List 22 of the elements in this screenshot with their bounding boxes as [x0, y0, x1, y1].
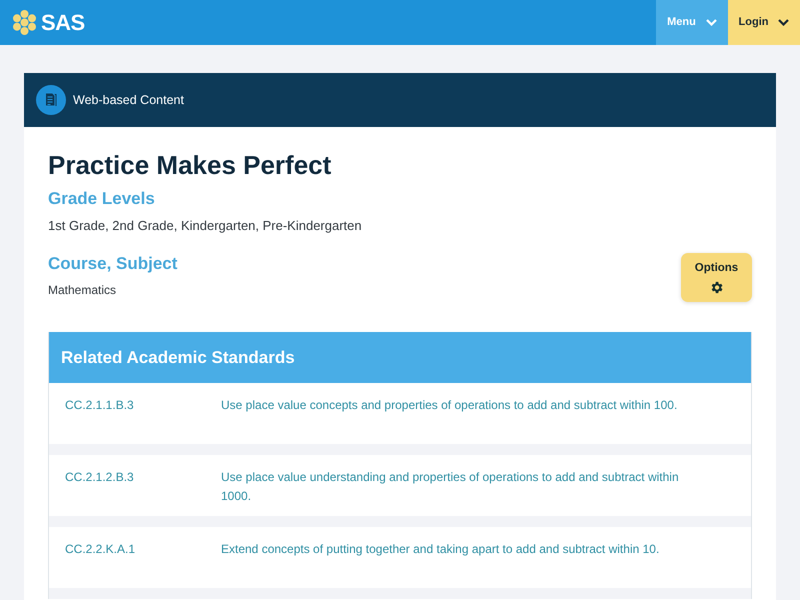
options-button[interactable]: Options: [681, 253, 752, 302]
standard-code[interactable]: CC.2.2.K.A.1: [49, 540, 221, 578]
standard-code[interactable]: CC.2.1.1.B.3: [49, 396, 221, 434]
content-type-label: Web-based Content: [73, 92, 184, 109]
logo-text[interactable]: SAS: [41, 12, 85, 34]
gear-icon: [709, 280, 724, 296]
menu-button[interactable]: Menu: [656, 0, 728, 45]
chevron-down-icon: [706, 19, 717, 26]
login-button[interactable]: Login: [728, 0, 800, 45]
document-icon: [36, 85, 66, 115]
standard-description: Extend concepts of putting together and taking apart to add and subtract within 10.: [221, 541, 660, 558]
standard-description: Use place value concepts and properties of operations to add and subtract within 100.: [221, 397, 678, 414]
standard-code[interactable]: CC.2.1.2.B.3: [49, 468, 221, 506]
section-text: Mathematics: [48, 282, 118, 299]
chevron-down-icon: [778, 19, 790, 26]
standards-heading: Related Academic Standards: [61, 346, 295, 369]
section-heading: Course, Subject: [48, 253, 178, 275]
resource-title: Practice Makes Perfect: [48, 149, 332, 181]
flower-logo-icon: [12, 10, 37, 35]
section-text: 1st Grade, 2nd Grade, Kindergarten, Pre-Kindergarten: [48, 217, 362, 235]
standard-description: Use place value understanding and properties of operations to add and subtract within 1000.: [221, 469, 680, 505]
section-heading: Grade Levels: [48, 188, 156, 210]
